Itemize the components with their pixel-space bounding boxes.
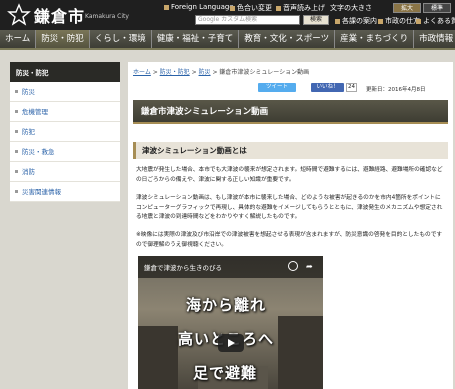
sidebar-item-fire[interactable]: 消防 <box>10 162 120 182</box>
sidebar-item-bousai[interactable]: 防災 <box>10 82 120 102</box>
sidebar-item-emergency[interactable]: 防災・救急 <box>10 142 120 162</box>
bullet-icon <box>15 150 18 153</box>
enlarge-button[interactable]: 拡大 <box>393 3 421 13</box>
breadcrumb-bousai[interactable]: 防災 <box>199 69 211 76</box>
bullet-icon <box>15 130 18 133</box>
breadcrumb-disaster[interactable]: 防災・防犯 <box>160 69 190 76</box>
standard-size-button[interactable]: 標準 <box>423 3 451 13</box>
bullet-icon <box>335 18 340 24</box>
building-shape <box>138 326 178 389</box>
search-button[interactable]: 検索 <box>303 15 329 25</box>
foreign-language-link[interactable]: Foreign Language <box>164 3 234 11</box>
sidebar-item-crime[interactable]: 防犯 <box>10 122 120 142</box>
bullet-icon <box>416 18 421 24</box>
video-player[interactable]: 鎌倉で津波から生きのびる ➦ 海から離れ 高いところへ 足で避難 <box>138 256 323 389</box>
video-title[interactable]: 鎌倉で津波から生きのびる <box>144 262 222 272</box>
nav-education-culture[interactable]: 教育・文化・スポーツ <box>239 30 336 48</box>
text-size-label: 文字の大きさ <box>330 4 372 12</box>
sidebar-item-disaster-info[interactable]: 災害関連情報 <box>10 182 120 202</box>
like-count: 24 <box>346 83 357 92</box>
city-logo-icon[interactable] <box>7 3 31 27</box>
intro-paragraph: 大地震が発生した場合、本市でも大津波の襲来が想定されます。短時間で避難するには、… <box>136 167 443 183</box>
note-paragraph: ※映像には実際の津波及び市沿岸での津波被害を想起させる表現が含まれますが、防災意… <box>136 232 443 248</box>
page-title: 鎌倉市津波シミュレーション動画 <box>133 100 448 124</box>
bullet-icon <box>164 4 169 10</box>
site-header: 鎌倉市 Kamakura City Foreign Language 色合い変更… <box>0 0 455 30</box>
bullet-icon <box>15 190 18 193</box>
bullet-icon <box>15 170 18 173</box>
color-change-link[interactable]: 色合い変更 <box>230 3 272 13</box>
share-icon[interactable]: ➦ <box>306 262 313 271</box>
breadcrumb-home[interactable]: ホーム <box>133 69 151 76</box>
like-button[interactable]: いいね！ <box>311 83 344 92</box>
nav-life-environment[interactable]: くらし・環境 <box>90 30 152 48</box>
video-caption-1: 海から離れ <box>186 296 267 314</box>
site-subtitle: Kamakura City <box>85 13 129 20</box>
play-icon[interactable] <box>218 334 244 352</box>
nav-disaster-prevention[interactable]: 防災・防犯 <box>36 30 90 48</box>
breadcrumb: ホーム > 防災・防犯 > 防災 > 鎌倉市津波シミュレーション動画 <box>133 69 310 76</box>
bullet-icon <box>15 110 18 113</box>
breadcrumb-current: 鎌倉市津波シミュレーション動画 <box>219 69 310 76</box>
video-caption-3: 足で避難 <box>193 364 258 382</box>
sidebar-item-crisis[interactable]: 危機管理 <box>10 102 120 122</box>
building-shape <box>278 316 323 389</box>
global-nav: ホーム 防災・防犯 くらし・環境 健康・福祉・子育て 教育・文化・スポーツ 産業… <box>0 30 455 50</box>
search-input[interactable]: Google カスタム検索 <box>195 15 300 25</box>
sidebar-heading: 防災・防犯 <box>10 62 120 82</box>
watch-later-icon[interactable] <box>288 261 298 271</box>
main-content: ホーム > 防災・防犯 > 防災 > 鎌倉市津波シミュレーション動画 ツイート … <box>128 62 453 389</box>
nav-health-welfare[interactable]: 健康・福祉・子育て <box>152 30 240 48</box>
bullet-icon <box>276 5 281 11</box>
speech-link[interactable]: 音声読み上げ <box>276 3 325 13</box>
nav-city-info[interactable]: 市政情報 <box>414 30 455 48</box>
description-paragraph: 津波シミュレーション動画は、もし津波が本市に襲来した場合、どのような被害が起きる… <box>136 195 443 220</box>
section-heading: 津波シミュレーション動画とは <box>133 142 448 159</box>
bullet-icon <box>230 5 235 11</box>
nav-industry[interactable]: 産業・まちづくり <box>335 30 415 48</box>
faq-link[interactable]: よくある質問 <box>416 16 455 26</box>
dept-guide-link[interactable]: 各課の案内 <box>335 16 377 26</box>
sidebar: 防災・防犯 防災 危機管理 防犯 防災・救急 消防 災害関連情報 <box>10 62 120 202</box>
city-admin-link[interactable]: 市政の仕方 <box>378 16 420 26</box>
nav-home[interactable]: ホーム <box>0 30 37 48</box>
site-title[interactable]: 鎌倉市 <box>34 3 85 27</box>
updated-date: 更新日：2016年4月8日 <box>366 87 426 93</box>
tweet-button[interactable]: ツイート <box>258 83 296 92</box>
bullet-icon <box>15 90 18 93</box>
bullet-icon <box>378 18 383 24</box>
